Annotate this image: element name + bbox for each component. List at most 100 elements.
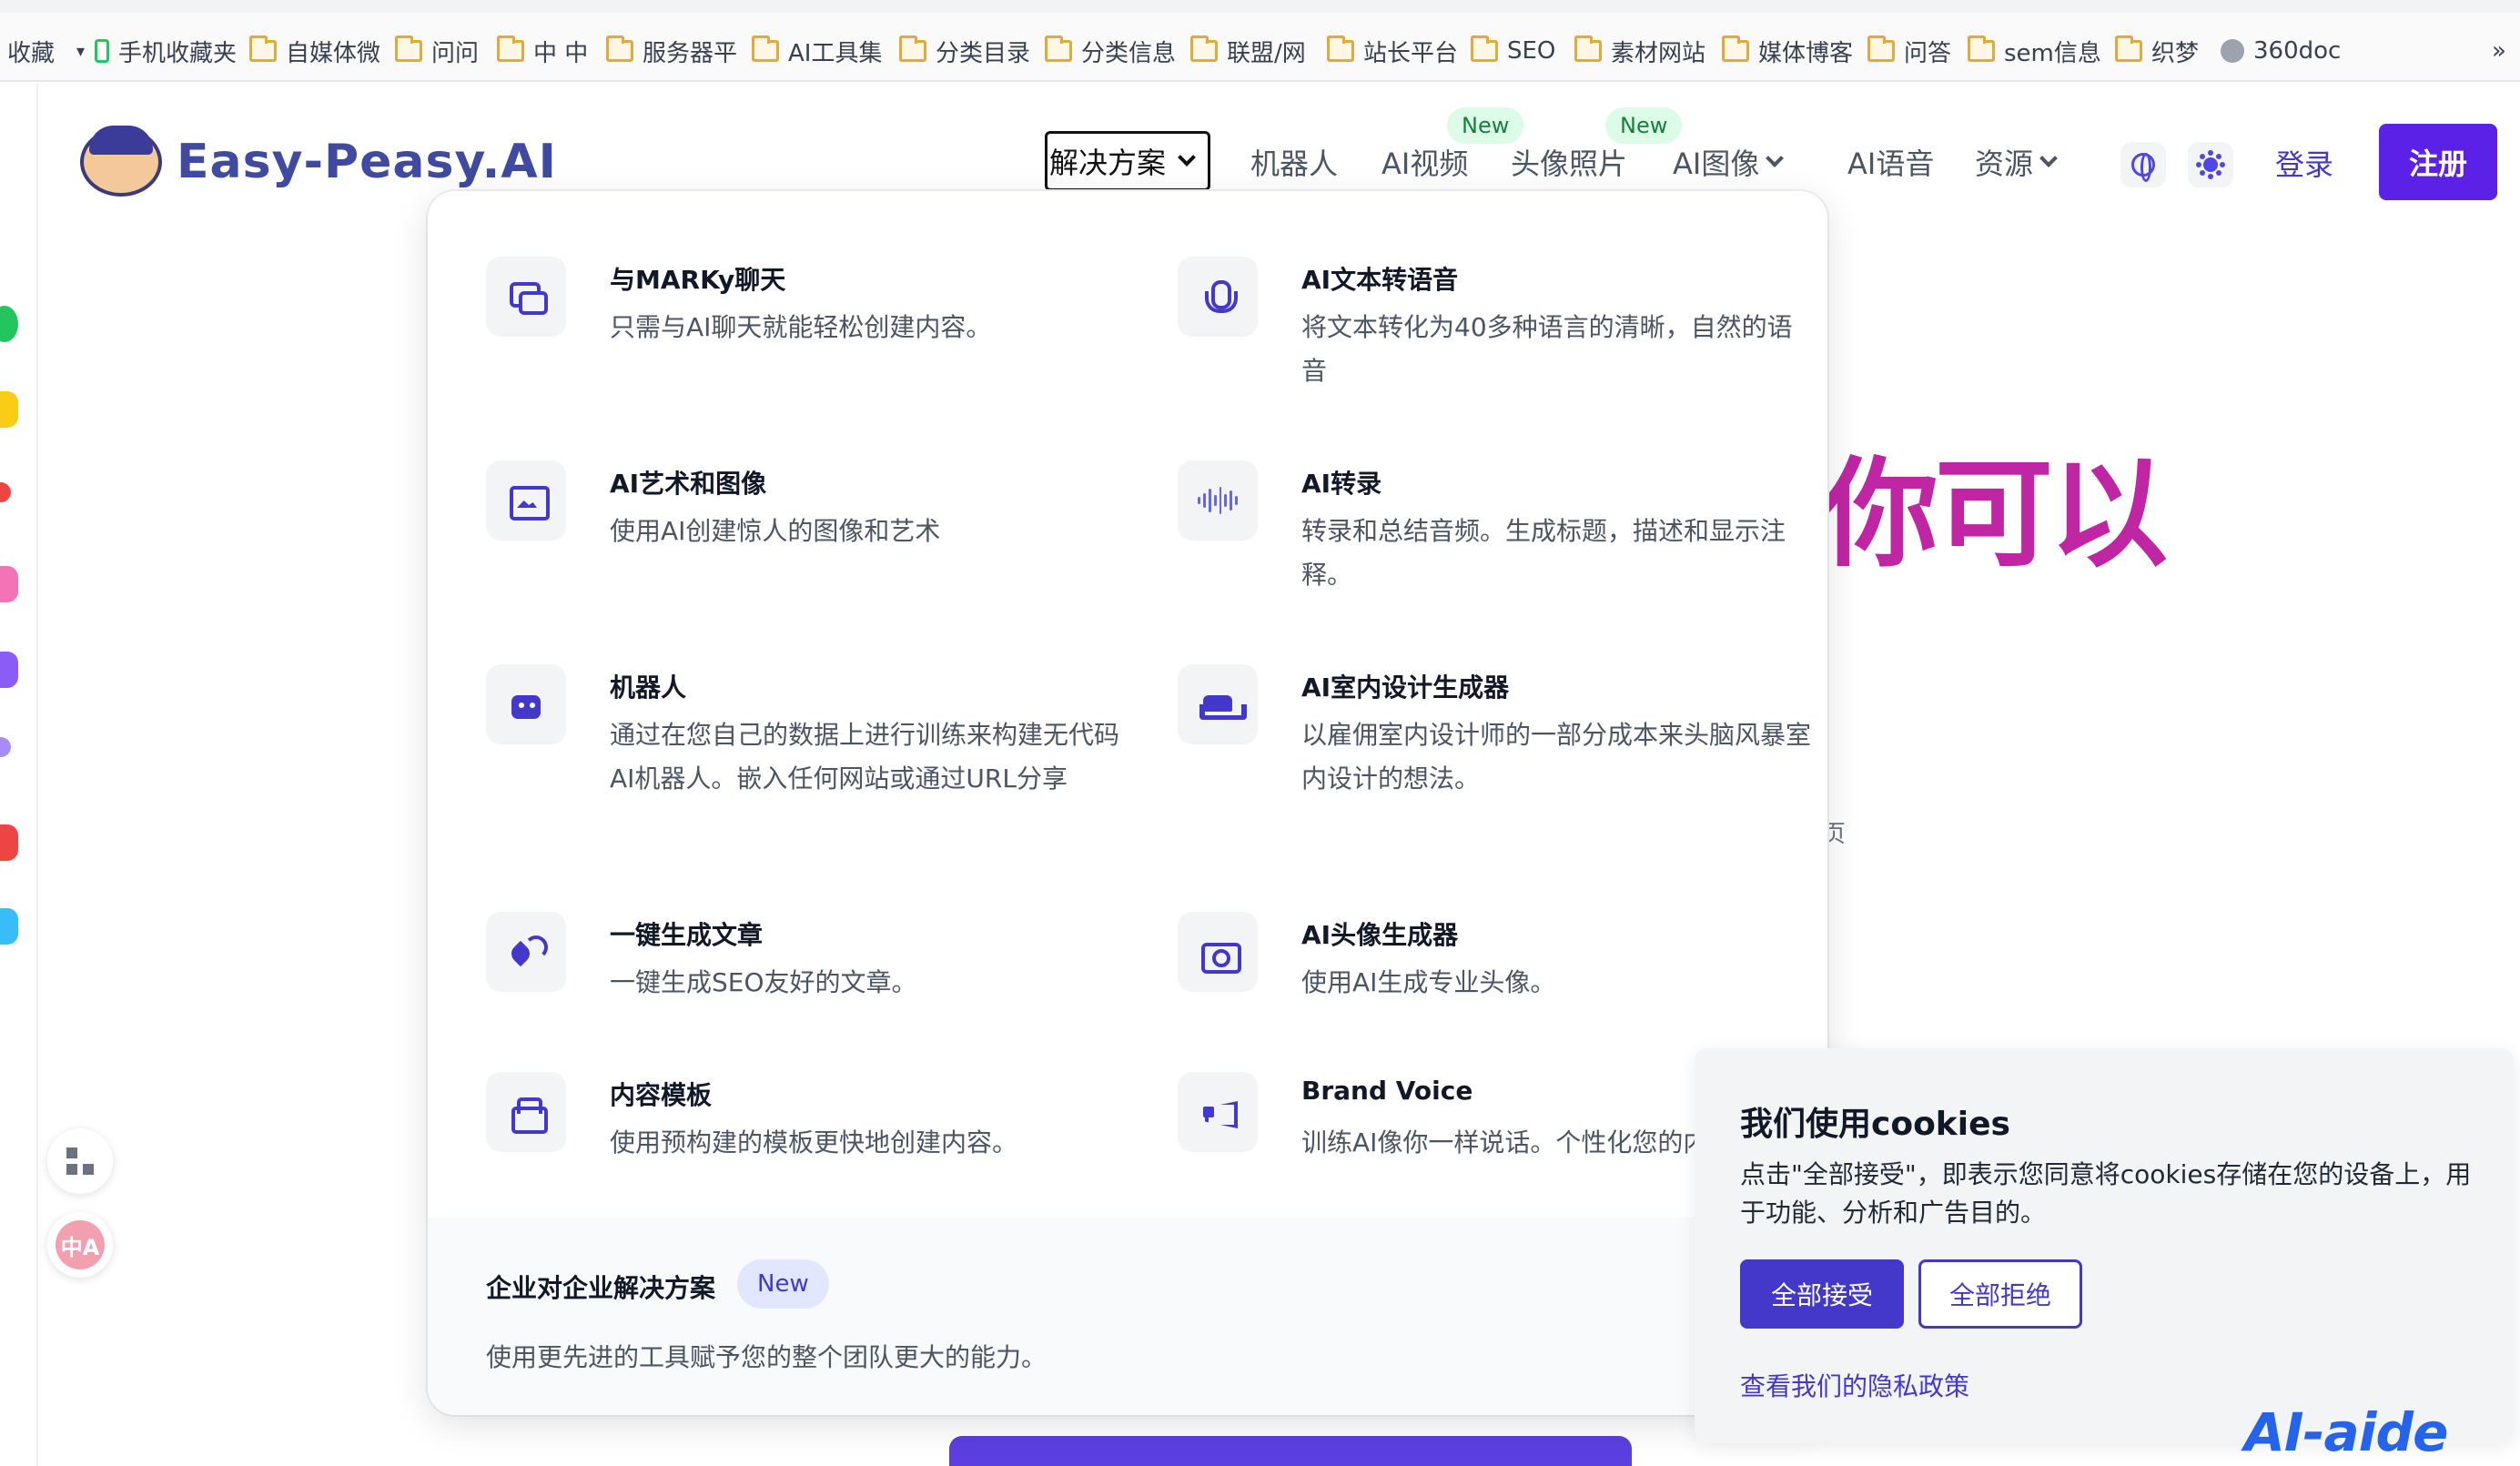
phone-icon xyxy=(95,39,109,63)
nav-solutions-label: 解决方案 xyxy=(1049,146,1167,180)
menu-item-title: AI头像生成器 xyxy=(1301,920,1459,950)
app-icon[interactable] xyxy=(0,482,11,502)
apps-grid-button[interactable] xyxy=(47,1128,113,1194)
translate-button[interactable]: 中A xyxy=(47,1212,113,1278)
folder-icon xyxy=(899,35,926,62)
bookmark-folder[interactable]: 媒体博客 xyxy=(1722,33,1853,69)
language-button[interactable] xyxy=(2120,142,2166,187)
menu-item-headshot-generator[interactable]: AI头像生成器 使用AI生成专业头像。 xyxy=(1178,912,1815,1030)
hero-heading-fragment: 你可以 xyxy=(1820,445,2168,583)
nav-bots[interactable]: 机器人 xyxy=(1250,134,1338,190)
menu-item-text-to-speech[interactable]: AI文本转语音 将文本转化为40多种语言的清晰，自然的语音 xyxy=(1178,257,1815,420)
menu-item-desc: 通过在您自己的数据上进行训练来构建无代码AI机器人。嵌入任何网站或通过URL分享 xyxy=(610,720,1120,794)
app-icon[interactable] xyxy=(0,566,18,602)
accept-all-button[interactable]: 全部接受 xyxy=(1740,1259,1904,1329)
folder-icon xyxy=(1045,35,1072,62)
nav-resources[interactable]: 资源 xyxy=(1975,134,2058,190)
bookmark-folder[interactable]: 联盟/网 xyxy=(1190,33,1306,69)
sofa-icon xyxy=(1199,686,1247,723)
bookmark-mobile[interactable]: 手机收藏夹 xyxy=(95,33,237,69)
menu-item-desc: 一键生成SEO友好的文章。 xyxy=(610,967,917,997)
menu-item-content-templates[interactable]: 内容模板 使用预构建的模板更快地创建内容。 xyxy=(486,1072,1123,1190)
app-icon[interactable] xyxy=(0,652,18,688)
nav-headshots[interactable]: 头像照片 xyxy=(1511,134,1627,190)
image-icon xyxy=(508,482,550,521)
menu-item-ai-art[interactable]: AI艺术和图像 使用AI创建惊人的图像和艺术 xyxy=(486,460,1123,624)
nav-ai-image[interactable]: AI图像 xyxy=(1673,134,1785,190)
menu-item-chat-marky[interactable]: 与MARKy聊天 只需与AI聊天就能轻松创建内容。 xyxy=(486,257,1123,420)
bookmark-folder[interactable]: 站长平台 xyxy=(1327,33,1458,69)
folder-icon xyxy=(1327,35,1354,62)
signup-button[interactable]: 注册 xyxy=(2379,124,2497,200)
folder-icon xyxy=(1574,35,1602,62)
camera-icon xyxy=(1199,934,1241,974)
bookmark-folder[interactable]: 问答 xyxy=(1867,33,1951,69)
login-link[interactable]: 登录 xyxy=(2275,142,2333,184)
menu-item-title: 与MARKy聊天 xyxy=(610,265,786,295)
theme-toggle-button[interactable] xyxy=(2188,142,2233,187)
icon-tile xyxy=(1178,257,1258,337)
nav-solutions[interactable]: 解决方案 xyxy=(1045,131,1210,191)
chevron-down-icon xyxy=(1766,149,1785,167)
cookie-text: 点击"全部接受"，即表示您同意将cookies存储在您的设备上，用于功能、分析和… xyxy=(1740,1159,2472,1228)
bookmark-folder[interactable]: SEO xyxy=(1471,33,1555,69)
menu-item-title: 内容模板 xyxy=(610,1080,713,1110)
app-icon[interactable] xyxy=(0,391,18,428)
bookmarks-bar: 收藏 ▾ 手机收藏夹 自媒体微 问问 中 中 服务器平 AI工具集 分类目录 分类… xyxy=(0,0,2520,82)
app-icon[interactable] xyxy=(0,824,18,861)
folder-icon xyxy=(1968,35,1995,62)
side-app-strip xyxy=(0,84,38,1466)
menu-item-desc: 使用AI创建惊人的图像和艺术 xyxy=(610,516,941,546)
menu-item-title: AI转录 xyxy=(1301,469,1382,499)
chevron-down-icon xyxy=(2039,149,2058,167)
nav-ai-image-label: AI图像 xyxy=(1673,147,1760,181)
menu-item-transcription[interactable]: AI转录 转录和总结音频。生成标题，描述和显示注释。 xyxy=(1178,460,1815,624)
translate-icon: 中A xyxy=(56,1220,105,1269)
menu-item-desc: 以雇佣室内设计师的一部分成本来头脑风暴室内设计的想法。 xyxy=(1301,720,1812,794)
bookmarks-more-button[interactable]: » xyxy=(2492,33,2506,69)
icon-tile xyxy=(486,664,566,744)
bookmark-folder[interactable]: 中 中 xyxy=(497,33,588,69)
grid-add-icon xyxy=(66,1148,94,1175)
app-icon[interactable] xyxy=(0,306,18,342)
icon-tile xyxy=(486,460,566,541)
bookmark-favorites[interactable]: 收藏 ▾ xyxy=(7,33,85,69)
nav-resources-label: 资源 xyxy=(1975,147,2034,181)
b2b-solutions-section[interactable]: 企业对企业解决方案 New 使用更先进的工具赋予您的整个团队更大的能力。 xyxy=(428,1218,1827,1415)
hero-cta-button[interactable] xyxy=(949,1436,1632,1466)
menu-item-one-click-article[interactable]: 一键生成文章 一键生成SEO友好的文章。 xyxy=(486,912,1123,1030)
bookmark-folder[interactable]: 分类目录 xyxy=(899,33,1030,69)
icon-tile xyxy=(486,912,566,992)
nav-ai-voice[interactable]: AI语音 xyxy=(1847,134,1934,190)
bookmark-folder[interactable]: 素材网站 xyxy=(1574,33,1705,69)
bookmark-folder[interactable]: 自媒体微 xyxy=(249,33,380,69)
privacy-policy-link[interactable]: 查看我们的隐私政策 xyxy=(1740,1367,1969,1403)
mascot-logo-icon xyxy=(80,126,162,197)
menu-item-bots[interactable]: 机器人 通过在您自己的数据上进行训练来构建无代码AI机器人。嵌入任何网站或通过U… xyxy=(486,664,1123,864)
menu-item-title: Brand Voice xyxy=(1301,1076,1473,1106)
folder-icon xyxy=(249,35,277,62)
site-logo[interactable]: Easy-Peasy.AI xyxy=(80,126,557,197)
icon-tile xyxy=(1178,664,1258,744)
new-badge: New xyxy=(737,1259,829,1309)
bookmark-folder[interactable]: 分类信息 xyxy=(1045,33,1176,69)
bookmark-folder[interactable]: sem信息 xyxy=(1968,33,2101,69)
new-badge: New xyxy=(1605,107,1683,144)
folder-icon xyxy=(752,35,779,62)
bookmark-folder[interactable]: AI工具集 xyxy=(752,33,882,69)
reject-all-button[interactable]: 全部拒绝 xyxy=(1918,1259,2082,1329)
bookmark-folder[interactable]: 织梦 xyxy=(2115,33,2199,69)
bookmark-360doc[interactable]: 360doc xyxy=(2221,33,2341,69)
menu-item-desc: 转录和总结音频。生成标题，描述和显示注释。 xyxy=(1301,516,1786,590)
icon-tile xyxy=(1178,912,1258,992)
b2b-desc: 使用更先进的工具赋予您的整个团队更大的能力。 xyxy=(486,1342,1047,1372)
menu-item-interior-design[interactable]: AI室内设计生成器 以雇佣室内设计师的一部分成本来头脑风暴室内设计的想法。 xyxy=(1178,664,1815,828)
icon-tile xyxy=(486,257,566,337)
app-icon[interactable] xyxy=(0,908,18,945)
bookmark-folder[interactable]: 服务器平 xyxy=(606,33,737,69)
bookmark-folder[interactable]: 问问 xyxy=(395,33,479,69)
nav-ai-video[interactable]: AI视频 xyxy=(1381,134,1468,190)
menu-item-title: AI艺术和图像 xyxy=(610,469,767,499)
app-icon[interactable] xyxy=(0,737,11,757)
waveform-icon xyxy=(1198,482,1238,519)
